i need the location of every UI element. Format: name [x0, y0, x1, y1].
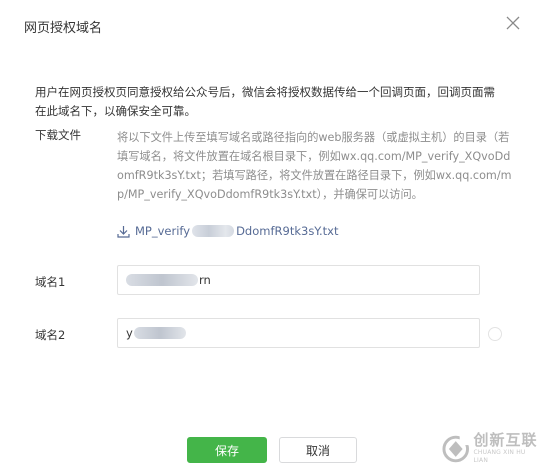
domain1-value: rn: [199, 273, 211, 287]
download-file-link[interactable]: MP_verify DdomfR9tk3sY.txt: [117, 224, 338, 238]
redacted-blur: [126, 274, 198, 286]
domain2-radio[interactable]: [488, 327, 502, 341]
download-icon: [117, 225, 130, 238]
watermark-logo: 创新互联 CHUANG XIN HU LIAN: [441, 432, 541, 465]
download-link-suffix: DdomfR9tk3sY.txt: [236, 224, 339, 238]
watermark-en: CHUANG XIN HU LIAN: [473, 449, 526, 464]
dialog-title: 网页授权域名: [24, 21, 103, 36]
watermark-cn: 创新互联: [473, 431, 538, 449]
domain1-label: 域名1: [35, 275, 66, 289]
redacted-blur: [133, 327, 186, 339]
close-icon[interactable]: [503, 13, 523, 33]
description-text: 用户在网页授权页同意授权给公众号后，微信会将授权数据传给一个回调页面，回调页面需…: [35, 85, 495, 118]
download-label: 下载文件: [35, 128, 81, 142]
domain2-label: 域名2: [35, 328, 66, 342]
download-link-prefix: MP_verify: [135, 224, 191, 238]
save-button[interactable]: 保存: [187, 437, 267, 463]
domain2-input[interactable]: y: [117, 318, 480, 348]
domain2-value: y: [126, 326, 133, 340]
download-instruction: 将以下文件上传至填写域名或路径指向的web服务器（或虚拟主机）的目录（若填写域名…: [117, 131, 512, 201]
domain-auth-dialog: 网页授权域名 用户在网页授权页同意授权给公众号后，微信会将授权数据传给一个回调页…: [0, 0, 541, 474]
domain1-input[interactable]: rn: [117, 265, 480, 295]
redacted-blur: [192, 225, 235, 237]
cancel-button[interactable]: 取消: [279, 437, 357, 463]
logo-mark-icon: [442, 435, 470, 462]
